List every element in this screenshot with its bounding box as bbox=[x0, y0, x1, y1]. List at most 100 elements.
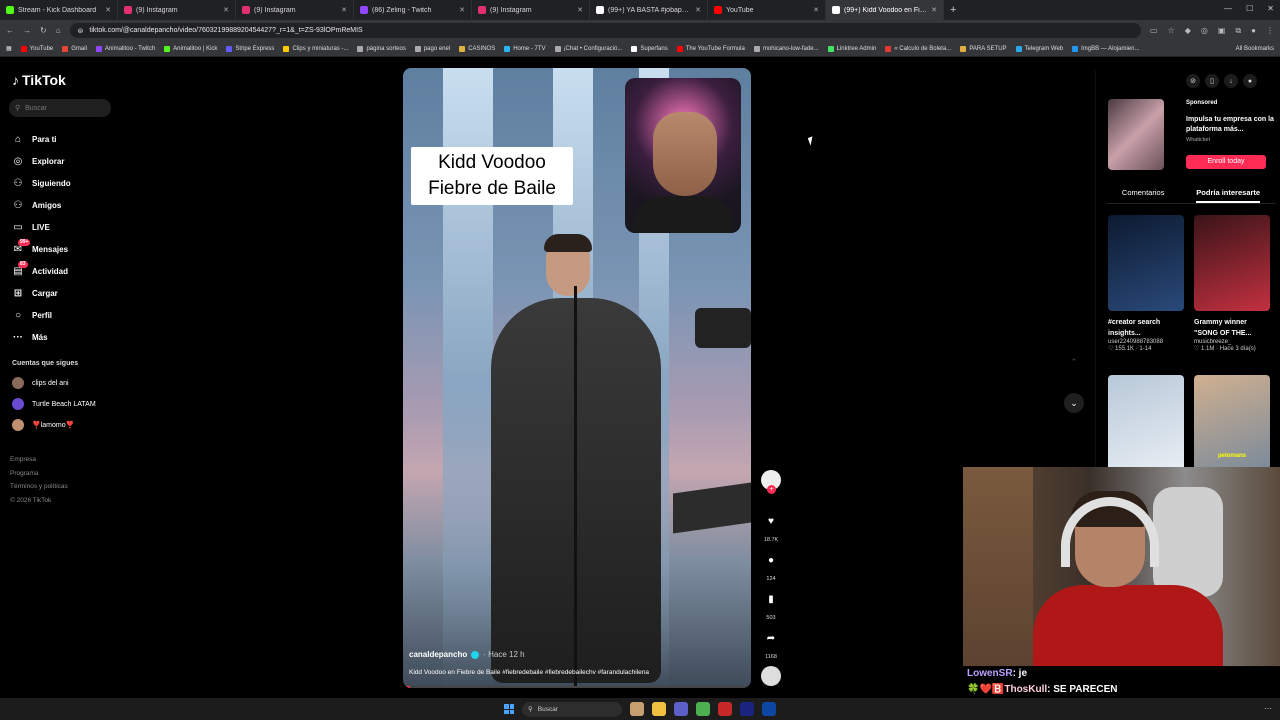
sidebar-item[interactable]: ⌂ Para ti bbox=[12, 128, 117, 150]
extension-icon[interactable]: ▣ bbox=[1218, 26, 1226, 36]
taskbar-app-icon[interactable] bbox=[674, 702, 688, 716]
author-name[interactable]: canaldepancho bbox=[409, 650, 467, 659]
photoshop-icon[interactable] bbox=[762, 702, 776, 716]
tab-comments[interactable]: Comentarios bbox=[1122, 182, 1165, 203]
system-tray[interactable]: ⋯ bbox=[1264, 704, 1272, 713]
video-author[interactable]: canaldepancho · Hace 12 h bbox=[409, 650, 525, 659]
tab-close-icon[interactable]: ✕ bbox=[459, 6, 465, 14]
sidebar-item[interactable]: ··· Más bbox=[12, 326, 117, 348]
browser-tab[interactable]: (86) Zeling - Twitch ✕ bbox=[354, 0, 472, 20]
bookmark-item[interactable]: Gmail bbox=[62, 45, 87, 52]
footer-link[interactable]: Términos y políticas bbox=[10, 480, 68, 494]
browser-tab[interactable]: (99+) YA BASTA #jobapplication ✕ bbox=[590, 0, 708, 20]
minimize-icon[interactable]: — bbox=[1224, 4, 1232, 13]
chrome-icon[interactable] bbox=[696, 702, 710, 716]
bookmark-star-icon[interactable]: ☆ bbox=[1168, 26, 1175, 36]
bookmark-item[interactable]: Linktree Admin bbox=[827, 45, 876, 52]
bookmark-item[interactable]: PARA SETUP bbox=[960, 45, 1007, 52]
extension-icon[interactable]: ◎ bbox=[1201, 26, 1208, 36]
browser-tab[interactable]: (99+) Kidd Voodoo en Fiebre de✕ bbox=[826, 0, 944, 20]
tab-close-icon[interactable]: ✕ bbox=[223, 6, 229, 14]
bookmark-item[interactable]: CASINOS bbox=[459, 45, 495, 52]
bookmark-icon[interactable]: ▮ bbox=[761, 589, 781, 609]
previous-video-icon[interactable]: ⌃ bbox=[1064, 352, 1084, 372]
tab-related[interactable]: Podría interesarte bbox=[1196, 182, 1261, 203]
footer-link[interactable]: Empresa bbox=[10, 453, 68, 467]
browser-tab[interactable]: (9) Instagram ✕ bbox=[118, 0, 236, 20]
bookmark-item[interactable]: Stripe Express bbox=[226, 45, 274, 52]
bookmark-item[interactable]: Superfans bbox=[631, 45, 668, 52]
tab-close-icon[interactable]: ✕ bbox=[341, 6, 347, 14]
tab-close-icon[interactable]: ✕ bbox=[813, 6, 819, 14]
new-tab-icon[interactable]: + bbox=[950, 4, 956, 16]
bookmark-item[interactable]: « Calculo de Boleta... bbox=[885, 45, 951, 52]
comment-icon[interactable]: ● bbox=[761, 550, 781, 570]
card-title[interactable]: #creator search insights... bbox=[1108, 317, 1184, 339]
profile-icon[interactable]: ● bbox=[1251, 26, 1256, 36]
sidebar-item[interactable]: ✉ 99+ Mensajes bbox=[12, 238, 117, 260]
forward-icon[interactable]: → bbox=[23, 26, 31, 35]
sidebar-item[interactable]: ⚇ Amigos bbox=[12, 194, 117, 216]
tiktok-logo[interactable]: ♪ TikTok bbox=[12, 72, 66, 88]
followed-account[interactable]: Turtle Beach LATAM bbox=[12, 398, 117, 410]
cast-icon[interactable]: ▭ bbox=[1150, 26, 1158, 36]
video-progress-bar[interactable] bbox=[403, 686, 751, 688]
sidebar-item[interactable]: ⚇ Siguiendo bbox=[12, 172, 117, 194]
browser-tab[interactable]: (9) Instagram ✕ bbox=[472, 0, 590, 20]
video-thumbnail[interactable]: pelomans bbox=[1194, 375, 1270, 471]
premiere-icon[interactable] bbox=[740, 702, 754, 716]
bookmark-item[interactable]: pago enel bbox=[414, 45, 450, 52]
video-player[interactable]: Kidd Voodoo Fiebre de Baile canaldepancho… bbox=[403, 68, 751, 688]
browser-tab[interactable]: (9) Instagram ✕ bbox=[236, 0, 354, 20]
video-thumbnail[interactable] bbox=[1194, 215, 1270, 311]
video-thumbnail[interactable] bbox=[1108, 215, 1184, 311]
followed-account[interactable]: ❣️lamomo❣️ bbox=[12, 419, 117, 431]
bookmark-item[interactable]: Animalitoo | Kick bbox=[164, 45, 217, 52]
footer-link[interactable]: Programa bbox=[10, 467, 68, 481]
sidebar-item[interactable]: ○ Perfil bbox=[12, 304, 117, 326]
ad-cta-button[interactable]: Enroll today bbox=[1186, 155, 1266, 169]
all-bookmarks[interactable]: All Bookmarks bbox=[1236, 46, 1274, 52]
recommended-video-card[interactable]: #creator search insights... user224098878… bbox=[1108, 215, 1184, 352]
search-input[interactable]: ⚲ Buscar bbox=[9, 99, 111, 117]
card-title[interactable]: Grammy winner "SONG OF THE... bbox=[1194, 317, 1270, 339]
sidebar-item[interactable]: ▭ LIVE bbox=[12, 216, 117, 238]
follow-plus-icon[interactable]: + bbox=[767, 485, 776, 494]
back-icon[interactable]: ← bbox=[6, 26, 14, 35]
tab-close-icon[interactable]: ✕ bbox=[931, 6, 937, 14]
sidebar-item[interactable]: ▤ 83 Actividad bbox=[12, 260, 117, 282]
user-avatar-icon[interactable]: ● bbox=[1243, 74, 1257, 88]
ad-thumbnail[interactable] bbox=[1108, 99, 1164, 170]
bookmark-item[interactable]: Telegram Web bbox=[1015, 45, 1063, 52]
bookmark-item[interactable]: ImgBB — Alojamien... bbox=[1072, 45, 1139, 52]
bookmark-item[interactable]: The YouTube Formula bbox=[676, 45, 745, 52]
extensions-puzzle-icon[interactable]: ⧉ bbox=[1235, 26, 1241, 36]
like-heart-icon[interactable]: ♥ bbox=[761, 511, 781, 531]
download-icon[interactable]: ↓ bbox=[1224, 74, 1238, 88]
home-icon[interactable]: ⌂ bbox=[56, 26, 61, 35]
bookmark-item[interactable]: Animalitoo - Twitch bbox=[95, 45, 155, 52]
bookmark-item[interactable]: mohicano-low-fade... bbox=[753, 45, 819, 52]
bookmark-item[interactable]: página sorteos bbox=[357, 45, 406, 52]
close-window-icon[interactable]: ✕ bbox=[1267, 4, 1274, 13]
taskbar-app-icon[interactable] bbox=[718, 702, 732, 716]
bookmark-item[interactable]: ¡Chat • Configuració... bbox=[554, 45, 622, 52]
file-explorer-icon[interactable] bbox=[652, 702, 666, 716]
settings-icon[interactable]: ⊘ bbox=[1186, 74, 1200, 88]
reload-icon[interactable]: ↻ bbox=[40, 26, 47, 35]
extension-icon[interactable]: ◆ bbox=[1185, 26, 1191, 36]
sidebar-item[interactable]: ⊞ Cargar bbox=[12, 282, 117, 304]
address-bar[interactable]: ⊜ tiktok.com/@canaldepancho/video/760321… bbox=[69, 23, 1141, 38]
tab-close-icon[interactable]: ✕ bbox=[577, 6, 583, 14]
menu-dots-icon[interactable]: ⋮ bbox=[1266, 26, 1274, 36]
site-info-icon[interactable]: ⊜ bbox=[78, 27, 84, 35]
apps-grid-icon[interactable]: ▦ bbox=[6, 45, 12, 52]
taskbar-app-icon[interactable] bbox=[630, 702, 644, 716]
creator-avatar[interactable]: + bbox=[761, 470, 781, 494]
bookmark-item[interactable]: Home - 7TV bbox=[504, 45, 546, 52]
device-icon[interactable]: ▯ bbox=[1205, 74, 1219, 88]
url-text[interactable]: tiktok.com/@canaldepancho/video/76032199… bbox=[89, 27, 362, 34]
tab-close-icon[interactable]: ✕ bbox=[695, 6, 701, 14]
bookmark-item[interactable]: YouTube bbox=[20, 45, 53, 52]
video-thumbnail[interactable] bbox=[1108, 375, 1184, 471]
